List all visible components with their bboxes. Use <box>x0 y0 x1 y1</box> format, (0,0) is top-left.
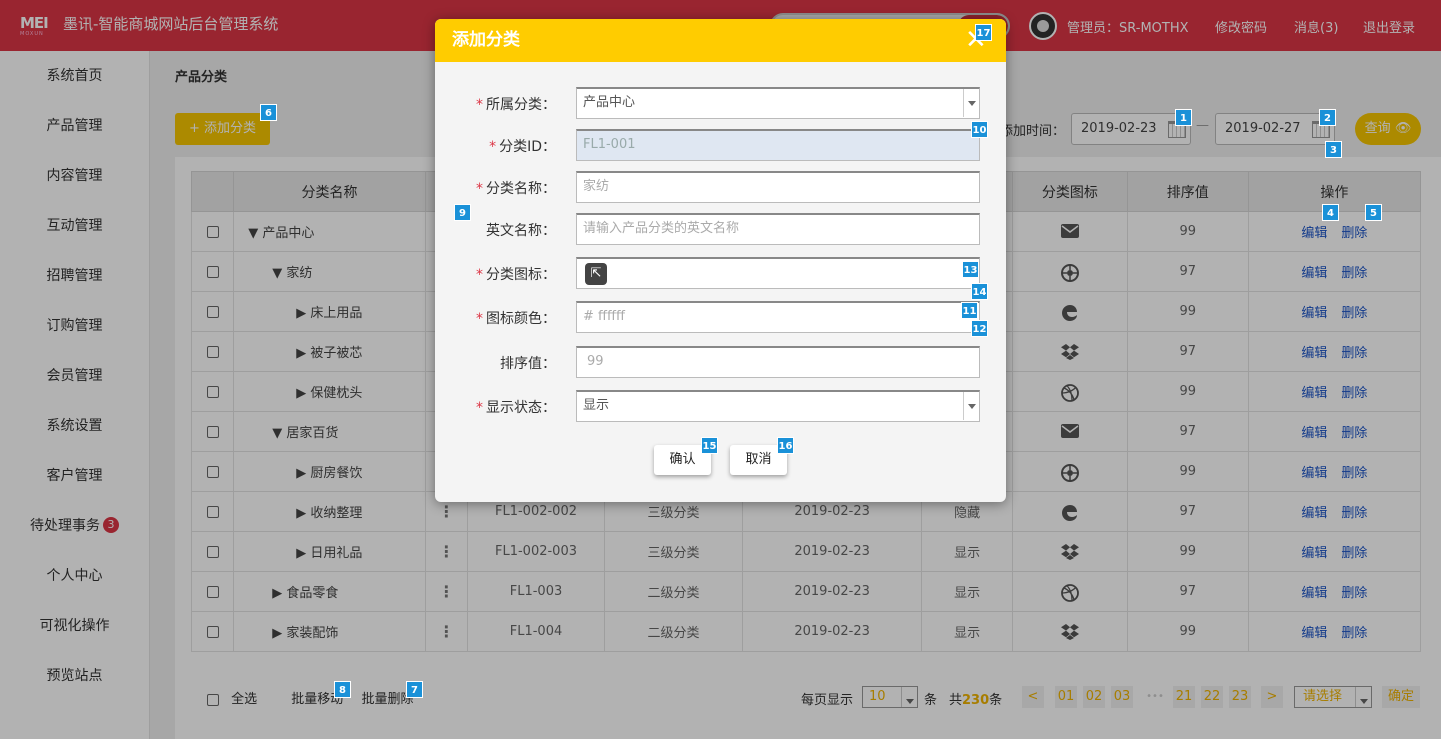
expand-icon: ⇱ <box>585 263 607 285</box>
marker-1: 1 <box>1175 109 1192 126</box>
field-status: * 显示状态： 显示 <box>435 390 1006 422</box>
marker-6: 6 <box>260 104 277 121</box>
marker-11: 11 <box>961 302 978 319</box>
chevron-down-icon <box>963 392 979 420</box>
marker-4: 4 <box>1322 204 1339 221</box>
marker-10: 10 <box>971 121 988 138</box>
marker-9: 9 <box>454 204 471 221</box>
marker-15: 15 <box>701 437 718 454</box>
field-id: * 分类ID： FL1-001 <box>435 129 1006 161</box>
marker-16: 16 <box>777 437 794 454</box>
marker-2: 2 <box>1319 109 1336 126</box>
add-category-dialog: 添加分类 ✕ *所属分类： 产品中心 *分类ID： FL1-001 *分类名称：… <box>435 19 1006 502</box>
parent-category-select[interactable]: 产品中心 <box>576 87 980 119</box>
marker-14: 14 <box>971 283 988 300</box>
category-id-input: FL1-001 <box>576 129 980 161</box>
marker-17: 17 <box>975 24 992 41</box>
field-color: * 图标颜色： # ffffff <box>435 301 1006 333</box>
display-status-select[interactable]: 显示 <box>576 390 980 422</box>
category-icon-picker[interactable]: ⇱ <box>576 257 980 289</box>
english-name-input[interactable]: 请输入产品分类的英文名称 <box>576 213 980 245</box>
icon-color-input[interactable]: # ffffff <box>576 301 980 333</box>
category-name-input[interactable]: 家纺 <box>576 171 980 203</box>
dialog-title: 添加分类 <box>435 19 1006 62</box>
marker-5: 5 <box>1365 204 1382 221</box>
field-name: * 分类名称： 家纺 <box>435 171 1006 203</box>
marker-7: 7 <box>406 681 423 698</box>
field-sort: 排序值： 99 <box>435 346 1006 378</box>
marker-8: 8 <box>334 681 351 698</box>
sort-value-input[interactable]: 99 <box>576 346 980 378</box>
marker-13: 13 <box>962 261 979 278</box>
chevron-down-icon <box>963 89 979 117</box>
field-icon: * 分类图标： ⇱ <box>435 257 1006 289</box>
marker-12: 12 <box>971 320 988 337</box>
marker-3: 3 <box>1325 141 1342 158</box>
field-en-name: 英文名称： 请输入产品分类的英文名称 <box>435 213 1006 245</box>
field-parent: * 所属分类： 产品中心 <box>435 87 1006 119</box>
